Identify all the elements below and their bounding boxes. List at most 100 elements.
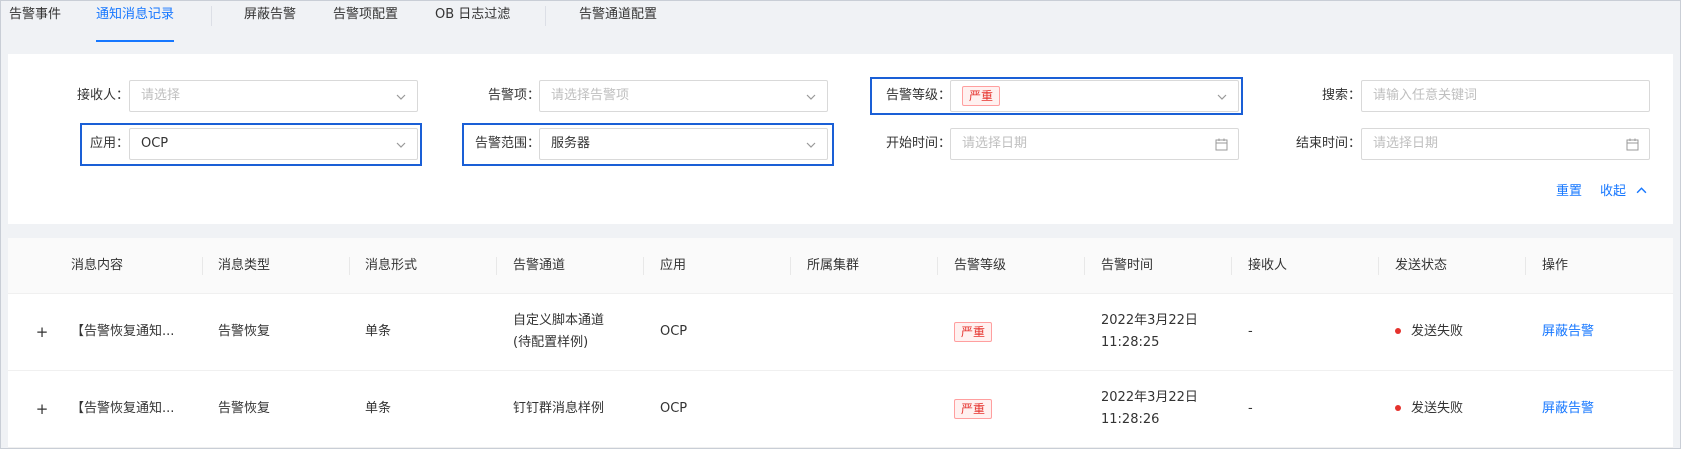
column-divider — [496, 257, 497, 275]
app-value: OCP — [141, 136, 169, 151]
message-content: 【告警恢复通知... — [71, 324, 175, 339]
column-divider — [643, 257, 644, 275]
alarm-level-tag[interactable]: 严重 — [962, 85, 1001, 106]
app-select[interactable]: OCP — [129, 128, 418, 160]
receiver-label: 接收人： — [76, 88, 129, 103]
filter-panel: 接收人： 请选择 告警项： 请选择告警项 告警等级： 严重 搜索： 请输入任意关… — [8, 54, 1673, 224]
start-time-label: 开始时间： — [885, 136, 951, 151]
alarm-level-cell: 严重 — [954, 398, 993, 420]
chevron-down-icon — [806, 94, 816, 100]
send-status-text: 发送失败 — [1411, 401, 1464, 416]
records-table: 消息内容 消息类型 消息形式 告警通道 应用 所属集群 告警等级 告警时间 接收… — [8, 238, 1673, 449]
message-form: 单条 — [365, 401, 392, 416]
receiver-select[interactable]: 请选择 — [129, 80, 418, 112]
column-divider — [790, 257, 791, 275]
chevron-down-icon — [396, 94, 406, 100]
tab-mask-alarm[interactable]: 屏蔽告警 — [244, 8, 296, 38]
app-label: 应用： — [89, 136, 129, 151]
chevron-down-icon — [806, 142, 816, 148]
col-alarm-time: 告警时间 — [1101, 258, 1154, 273]
alarm-date: 2022年3月22日 — [1101, 313, 1198, 328]
calendar-icon — [1215, 138, 1228, 151]
column-divider — [349, 257, 350, 275]
start-date-picker[interactable]: 请选择日期 — [950, 128, 1239, 160]
col-app: 应用 — [660, 258, 687, 273]
chevron-down-icon — [1217, 94, 1227, 100]
column-divider — [202, 257, 203, 275]
message-type: 告警恢复 — [218, 401, 271, 416]
alarm-item-select[interactable]: 请选择告警项 — [539, 80, 828, 112]
col-message-form: 消息形式 — [365, 258, 418, 273]
column-divider — [1525, 257, 1526, 275]
tab-alarm-channel-config[interactable]: 告警通道配置 — [579, 8, 657, 38]
receiver-placeholder: 请选择 — [141, 88, 181, 103]
start-time-placeholder: 请选择日期 — [962, 136, 1028, 151]
tab-alarm-events[interactable]: 告警事件 — [9, 8, 61, 38]
table-header: 消息内容 消息类型 消息形式 告警通道 应用 所属集群 告警等级 告警时间 接收… — [8, 238, 1673, 294]
mask-alarm-link[interactable]: 屏蔽告警 — [1542, 398, 1594, 420]
alarm-scope-select[interactable]: 服务器 — [539, 128, 828, 160]
alarm-channel-note: (待配置样例) — [513, 335, 589, 350]
col-cluster: 所属集群 — [807, 258, 860, 273]
alarm-item-label: 告警项： — [487, 88, 540, 103]
mask-alarm-link[interactable]: 屏蔽告警 — [1542, 321, 1594, 343]
alarm-scope-label: 告警范围： — [474, 136, 540, 151]
receiver-cell: - — [1248, 401, 1253, 416]
tab-bar: 告警事件 通知消息记录 屏蔽告警 告警项配置 OB 日志过滤 告警通道配置 — [0, 0, 1681, 44]
column-divider — [1231, 257, 1232, 275]
reset-button[interactable]: 重置 — [1556, 183, 1582, 201]
alarm-channel: 钉钉群消息样例 — [513, 398, 604, 420]
col-send-status: 发送状态 — [1395, 258, 1448, 273]
table-row: + 【告警恢复通知... 告警恢复 单条 自定义脚本通道 (待配置样例) OCP… — [8, 294, 1673, 371]
end-date-picker[interactable]: 请选择日期 — [1361, 128, 1650, 160]
alarm-scope-value: 服务器 — [551, 136, 591, 151]
severity-badge: 严重 — [954, 398, 993, 419]
col-message-content: 消息内容 — [71, 258, 124, 273]
status-dot-icon — [1395, 327, 1401, 334]
message-form: 单条 — [365, 324, 392, 339]
alarm-clock: 11:28:25 — [1101, 335, 1160, 350]
message-content: 【告警恢复通知... — [71, 401, 175, 416]
tab-divider — [211, 6, 212, 26]
calendar-icon — [1626, 138, 1639, 151]
col-action: 操作 — [1542, 258, 1569, 273]
collapse-button[interactable]: 收起 — [1600, 183, 1647, 201]
table-row: + 【告警恢复通知... 告警恢复 单条 钉钉群消息样例 OCP 严重 2022… — [8, 371, 1673, 448]
alarm-time: 2022年3月22日 11:28:25 — [1101, 310, 1198, 354]
col-receiver: 接收人 — [1248, 258, 1288, 273]
tab-divider — [545, 6, 546, 26]
search-input[interactable]: 请输入任意关键词 — [1361, 80, 1650, 112]
send-status-text: 发送失败 — [1411, 324, 1464, 339]
tab-ob-log-filter[interactable]: OB 日志过滤 — [435, 8, 510, 38]
alarm-clock: 11:28:26 — [1101, 412, 1160, 427]
expand-icon[interactable]: + — [34, 401, 50, 417]
alarm-channel-name: 自定义脚本通道 — [513, 313, 605, 328]
message-type: 告警恢复 — [218, 324, 271, 339]
end-time-label: 结束时间： — [1295, 136, 1361, 151]
app-cell: OCP — [660, 401, 688, 416]
col-alarm-level: 告警等级 — [954, 258, 1007, 273]
expand-icon[interactable]: + — [34, 324, 50, 340]
severity-badge: 严重 — [954, 321, 993, 342]
status-dot-icon — [1395, 404, 1401, 411]
col-message-type: 消息类型 — [218, 258, 271, 273]
column-divider — [1084, 257, 1085, 275]
search-label: 搜索： — [1321, 88, 1361, 103]
alarm-date: 2022年3月22日 — [1101, 390, 1198, 405]
alarm-channel-name: 钉钉群消息样例 — [513, 401, 605, 416]
tab-alarm-item-config[interactable]: 告警项配置 — [333, 8, 398, 38]
send-status: 发送失败 — [1395, 321, 1463, 343]
column-divider — [937, 257, 938, 275]
collapse-label: 收起 — [1600, 184, 1627, 199]
column-divider — [1378, 257, 1379, 275]
tab-notification-records[interactable]: 通知消息记录 — [96, 8, 175, 42]
col-alarm-channel: 告警通道 — [513, 258, 566, 273]
end-time-placeholder: 请选择日期 — [1373, 136, 1439, 151]
chevron-down-icon — [396, 142, 406, 148]
send-status: 发送失败 — [1395, 398, 1463, 420]
alarm-time: 2022年3月22日 11:28:26 — [1101, 387, 1198, 431]
search-placeholder: 请输入任意关键词 — [1373, 88, 1478, 103]
chevron-up-icon — [1636, 187, 1647, 194]
alarm-level-select[interactable]: 严重 — [950, 80, 1239, 112]
alarm-channel: 自定义脚本通道 (待配置样例) — [513, 310, 604, 354]
